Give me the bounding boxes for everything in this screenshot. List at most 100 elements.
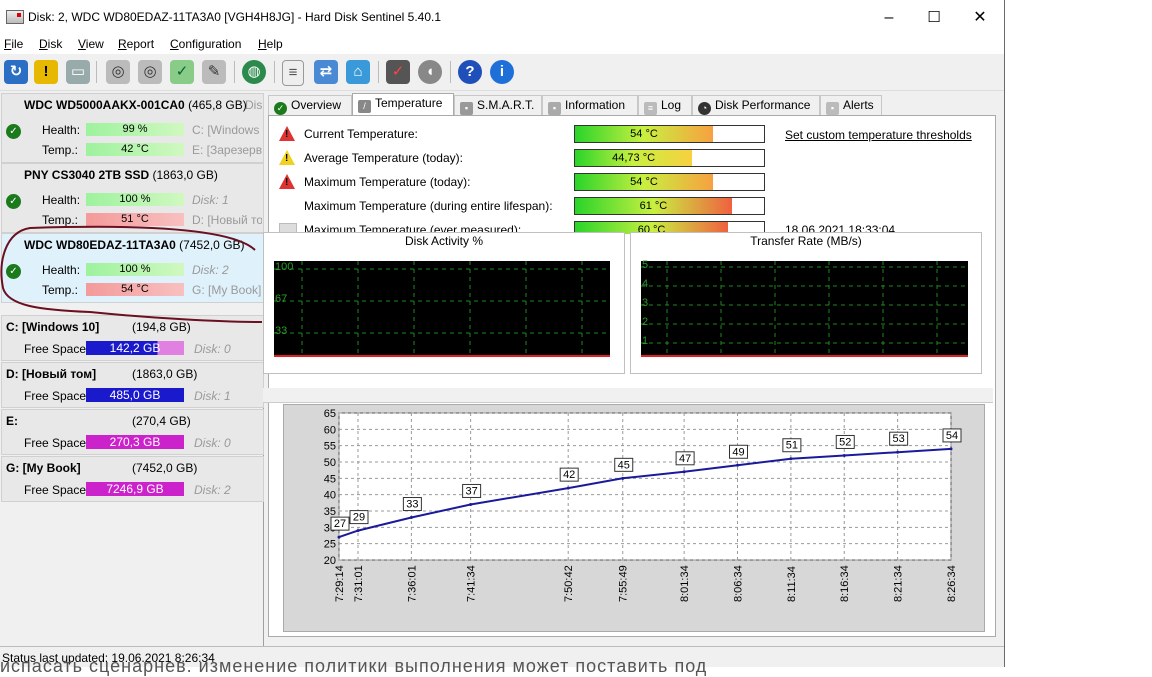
disk-1-icon[interactable]: ◎ — [106, 60, 130, 84]
disk-name: WDC WD80EDAZ-11TA3A0 (7452,0 GB) — [24, 238, 245, 252]
network-icon[interactable]: ⌂ — [346, 60, 370, 84]
disk-activity-graph: Disk Activity % 100 67 33 — [263, 232, 625, 374]
free-space-bar: 7246,9 GB — [86, 482, 184, 496]
menu-report[interactable]: Report — [118, 37, 154, 51]
health-bar: 100 % — [86, 193, 184, 206]
transfer-rate-plot: 5 4 3 2 1 — [641, 259, 968, 357]
x-tick-label: 8:06:34 — [732, 565, 744, 602]
volume-item-c[interactable]: C: [Windows 10] (194,8 GB) Free Space 14… — [1, 315, 264, 361]
volume-item-g[interactable]: G: [My Book] (7452,0 GB) Free Space 7246… — [1, 456, 264, 502]
app-icon — [6, 10, 24, 24]
x-tick-label: 7:41:34 — [466, 565, 478, 602]
info-icon: ▪ — [548, 102, 561, 115]
data-point — [789, 457, 793, 461]
health-ok-icon: ✓ — [6, 264, 21, 279]
data-label: 45 — [618, 459, 630, 471]
disk-check-icon[interactable]: ✓ — [170, 60, 194, 84]
sound-icon[interactable]: ◖ — [418, 60, 442, 84]
performance-icon: ◔ — [698, 102, 711, 115]
title-bar[interactable]: Disk: 2, WDC WD80EDAZ-11TA3A0 [VGH4H8JG]… — [0, 0, 1004, 35]
refresh-icon[interactable]: ↻ — [4, 60, 28, 84]
health-ok-icon: ✓ — [6, 194, 21, 209]
x-tick-label: 8:16:34 — [839, 565, 851, 602]
disk-item-2[interactable]: WDC WD80EDAZ-11TA3A0 (7452,0 GB) ✓ Healt… — [1, 233, 264, 303]
disk-name: PNY CS3040 2TB SSD (1863,0 GB) — [24, 168, 218, 182]
tab-temperature[interactable]: / Temperature — [352, 93, 454, 116]
temp-bar-box: 61 °C — [574, 197, 765, 215]
health-bar: 100 % — [86, 263, 184, 276]
window-title: Disk: 2, WDC WD80EDAZ-11TA3A0 [VGH4H8JG]… — [28, 10, 442, 24]
plot-area — [338, 412, 952, 561]
tab-information[interactable]: ▪ Information — [542, 95, 638, 115]
free-space-bar: 142,2 GB — [86, 341, 184, 355]
alert-icon[interactable]: ! — [34, 60, 58, 84]
update-icon[interactable]: ⇄ — [314, 60, 338, 84]
x-tick-label: 8:26:34 — [946, 565, 958, 602]
free-space-bar: 485,0 GB — [86, 388, 184, 402]
menu-file[interactable]: File — [4, 37, 23, 51]
temp-bar-box: 54 °C — [574, 125, 765, 143]
tab-smart[interactable]: ▪ S.M.A.R.T. — [454, 95, 542, 115]
disk-2-icon[interactable]: ◎ — [138, 60, 162, 84]
report-icon[interactable]: ≡ — [282, 60, 304, 86]
alerts-icon: ▪ — [826, 102, 839, 115]
data-label: 54 — [946, 430, 958, 442]
globe-icon[interactable]: ◍ — [242, 60, 266, 84]
disk-list-panel: WDC WD5000AAKX-001CA0 (465,8 GB) Dis ✓ H… — [0, 93, 264, 646]
volume-item-d[interactable]: D: [Новый том] (1863,0 GB) Free Space 48… — [1, 362, 264, 408]
app-window: Disk: 2, WDC WD80EDAZ-11TA3A0 [VGH4H8JG]… — [0, 0, 1005, 667]
data-label: 27 — [334, 518, 346, 530]
y-tick-label: 65 — [324, 408, 336, 420]
y-tick: 4 — [642, 278, 649, 290]
disk-tools-icon[interactable]: ✎ — [202, 60, 226, 84]
info-icon[interactable]: i — [490, 60, 514, 84]
disk-item-0[interactable]: WDC WD5000AAKX-001CA0 (465,8 GB) Dis ✓ H… — [1, 93, 264, 163]
y-tick-label: 40 — [324, 490, 336, 502]
tab-bar: ✓ Overview / Temperature ▪ S.M.A.R.T. ▪ Info… — [268, 93, 1004, 116]
data-point — [409, 516, 413, 520]
x-tick-label: 7:36:01 — [406, 565, 418, 602]
tab-log[interactable]: ≡ Log — [638, 95, 692, 115]
data-point — [735, 463, 739, 467]
x-tick-label: 7:29:14 — [334, 565, 346, 602]
minimize-button[interactable]: – — [866, 0, 912, 35]
transfer-rate-graph: Transfer Rate (MB/s) 5 4 3 2 1 — [630, 232, 982, 374]
close-button[interactable]: ✕ — [957, 0, 1003, 35]
disk-icon[interactable]: ▭ — [66, 60, 90, 84]
menu-configuration[interactable]: Configuration — [170, 37, 241, 51]
warning-icon: ! — [279, 126, 295, 141]
temperature-chart-svg: 202530354045505560657:29:14 7:31:01 7:36:0… — [324, 408, 962, 602]
x-tick-label: 8:01:34 — [679, 565, 691, 602]
data-label: 37 — [465, 485, 477, 497]
data-point — [356, 529, 360, 533]
data-point — [682, 470, 686, 474]
data-label: 33 — [406, 499, 418, 511]
y-tick-label: 25 — [324, 539, 336, 551]
log-icon: ≡ — [644, 102, 657, 115]
menu-disk[interactable]: Disk — [39, 37, 62, 51]
data-point — [842, 453, 846, 457]
y-tick-label: 35 — [324, 506, 336, 518]
maximize-button[interactable]: ☐ — [911, 0, 957, 35]
toolbar: ↻ ! ▭ ◎ ◎ ✓ ✎ ◍ ≡ ⇄ ⌂ ✓ ◖ ? i — [0, 55, 1004, 91]
disk-item-1[interactable]: PNY CS3040 2TB SSD (1863,0 GB) ✓ Health:… — [1, 163, 264, 233]
thermometer-icon: / — [358, 100, 371, 113]
y-tick: 5 — [642, 259, 649, 271]
menu-view[interactable]: View — [78, 37, 104, 51]
data-point — [896, 450, 900, 454]
menu-help[interactable]: Help — [258, 37, 283, 51]
y-tick-label: 50 — [324, 457, 336, 469]
disk-activity-plot: 100 67 33 — [274, 261, 610, 357]
y-tick: 2 — [642, 316, 649, 328]
tab-alerts[interactable]: ▪ Alerts — [820, 95, 882, 115]
tab-overview[interactable]: ✓ Overview — [268, 95, 352, 115]
transfer-rate-title: Transfer Rate (MB/s) — [750, 234, 862, 248]
tab-disk-performance[interactable]: ◔ Disk Performance — [692, 95, 820, 115]
volume-item-e[interactable]: E: (270,4 GB) Free Space 270,3 GB Disk: … — [1, 409, 264, 455]
y-tick-label: 20 — [324, 555, 336, 567]
check-icon: ✓ — [274, 102, 287, 115]
warning-icon: ! — [279, 150, 295, 165]
help-icon[interactable]: ? — [458, 60, 482, 84]
test-icon[interactable]: ✓ — [386, 60, 410, 84]
set-thresholds-link[interactable]: Set custom temperature thresholds — [785, 128, 972, 142]
